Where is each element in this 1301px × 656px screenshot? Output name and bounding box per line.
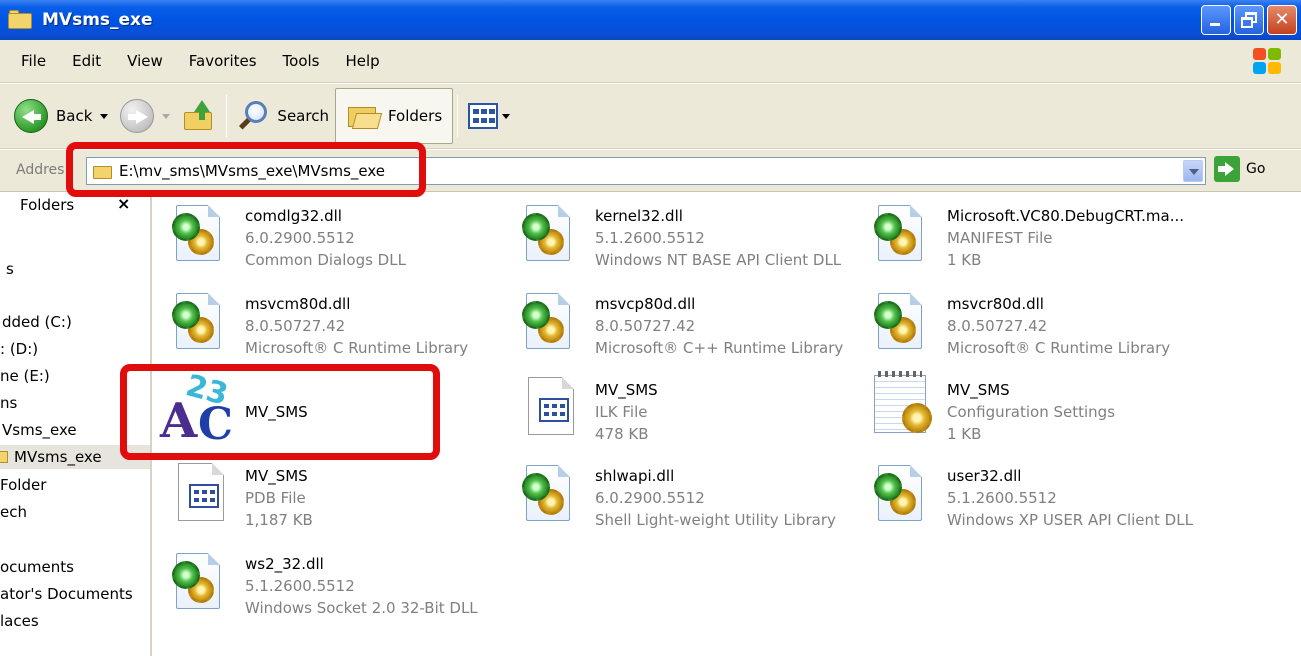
app-ac-icon: 23 A C (160, 368, 234, 450)
file-item[interactable]: comdlg32.dll 6.0.2900.5512 Common Dialogs … (152, 199, 497, 279)
tree-item[interactable]: ech (0, 500, 27, 524)
folder-icon (93, 163, 113, 179)
go-label: Go (1246, 161, 1266, 177)
dll-icon (172, 549, 228, 613)
dll-icon (172, 201, 228, 265)
address-bar: Addres E:\mv_sms\MVsms_exe\MVsms_exe Go (0, 150, 1301, 192)
toolbar-separator (457, 95, 459, 137)
search-label: Search (277, 107, 329, 125)
views-dropdown-icon[interactable] (502, 113, 511, 119)
title-bar[interactable]: MVsms_exe ✕ (0, 0, 1301, 40)
folders-pane: Folders × s dded (C:) : (D:) ne (E:) ns … (0, 193, 152, 656)
go-button[interactable]: Go (1214, 156, 1265, 182)
forward-button[interactable] (114, 92, 176, 140)
tree-item[interactable]: ocuments (0, 555, 74, 579)
tree-item[interactable]: ne (E:) (0, 364, 50, 388)
back-button[interactable]: Back (8, 92, 114, 140)
folders-label: Folders (387, 107, 443, 125)
restore-button[interactable] (1234, 5, 1264, 35)
tree-item[interactable]: : (D:) (0, 337, 38, 361)
tree-item[interactable]: ator's Documents (0, 582, 133, 606)
back-dropdown-icon[interactable] (100, 113, 109, 119)
folders-pane-close-icon[interactable]: × (117, 194, 130, 213)
tree-item[interactable]: Folder (0, 473, 46, 497)
address-path[interactable]: E:\mv_sms\MVsms_exe\MVsms_exe (119, 162, 385, 180)
close-button[interactable]: ✕ (1267, 5, 1297, 35)
dll-icon (522, 461, 578, 525)
forward-arrow-icon (120, 99, 155, 133)
address-field[interactable]: E:\mv_sms\MVsms_exe\MVsms_exe (86, 157, 1206, 185)
dll-icon (522, 201, 578, 265)
go-arrow-icon (1214, 156, 1240, 182)
dll-icon (874, 461, 930, 525)
window-file-icon (172, 461, 228, 525)
tree-item[interactable]: dded (C:) (2, 310, 72, 334)
file-item[interactable]: Microsoft.VC80.DebugCRT.ma... MANIFEST Fi… (854, 199, 1199, 279)
folders-button[interactable]: Folders (334, 88, 454, 144)
address-dropdown-button[interactable] (1183, 160, 1203, 182)
toolbar-separator (226, 95, 228, 137)
up-folder-icon (182, 100, 216, 132)
tree-item[interactable]: laces (0, 609, 39, 633)
file-item[interactable]: msvcm80d.dll 8.0.50727.42 Microsoft® C Run… (152, 287, 497, 367)
menu-favorites[interactable]: Favorites (176, 52, 270, 70)
folders-pane-header: Folders × (0, 193, 150, 219)
file-list: comdlg32.dll 6.0.2900.5512 Common Dialogs … (152, 193, 1301, 656)
search-icon (237, 99, 271, 133)
menu-file[interactable]: File (8, 52, 59, 70)
menu-view[interactable]: View (114, 52, 176, 70)
up-folder-button[interactable] (176, 92, 222, 140)
file-item[interactable]: msvcr80d.dll 8.0.50727.42 Microsoft® C Run… (854, 287, 1199, 367)
file-item[interactable]: MV_SMS ILK File 478 KB (502, 373, 847, 453)
tree-item-selected[interactable]: MVsms_exe (0, 445, 150, 469)
file-item[interactable]: ws2_32.dll 5.1.2600.5512 Windows Socket 2.… (152, 547, 497, 627)
tree-item[interactable]: s (6, 257, 14, 281)
search-button[interactable]: Search (231, 92, 335, 140)
file-item[interactable]: MV_SMS PDB File 1,187 KB (152, 459, 497, 539)
window-title: MVsms_exe (42, 10, 153, 30)
minimize-button[interactable] (1201, 5, 1231, 35)
windows-logo-icon (1253, 48, 1281, 74)
back-arrow-icon (14, 99, 48, 133)
window-file-icon (522, 375, 578, 439)
menu-help[interactable]: Help (333, 52, 393, 70)
dll-icon (172, 289, 228, 353)
address-label: Addres (16, 162, 65, 178)
file-item[interactable]: shlwapi.dll 6.0.2900.5512 Shell Light-weig… (502, 459, 847, 539)
config-file-icon (874, 371, 932, 439)
tree-item[interactable]: ns (0, 391, 17, 415)
back-label: Back (56, 107, 93, 125)
close-icon: ✕ (1274, 9, 1290, 30)
folders-pane-title: Folders (20, 196, 75, 214)
file-item[interactable]: user32.dll 5.1.2600.5512 Windows XP USER A… (854, 459, 1199, 539)
menu-tools[interactable]: Tools (270, 52, 333, 70)
tree-item[interactable]: Vsms_exe (2, 418, 77, 442)
file-item[interactable]: kernel32.dll 5.1.2600.5512 Windows NT BASE… (502, 199, 847, 279)
folder-icon (8, 9, 34, 31)
toolbar: Back Search Folders (0, 84, 1301, 149)
folder-icon (0, 451, 8, 463)
folders-icon (346, 101, 383, 131)
forward-dropdown-icon[interactable] (162, 113, 171, 119)
file-item[interactable]: msvcp80d.dll 8.0.50727.42 Microsoft® C++ R… (502, 287, 847, 367)
menu-bar: File Edit View Favorites Tools Help (0, 40, 1301, 83)
file-item[interactable]: MV_SMS Configuration Settings 1 KB (854, 371, 1199, 453)
dll-icon (874, 289, 930, 353)
views-icon (468, 103, 499, 129)
dll-icon (874, 201, 930, 265)
menu-edit[interactable]: Edit (59, 52, 114, 70)
minimize-icon (1210, 23, 1220, 26)
dll-icon (522, 289, 578, 353)
file-item[interactable]: 23 A C MV_SMS (152, 368, 497, 453)
views-button[interactable] (462, 92, 516, 140)
